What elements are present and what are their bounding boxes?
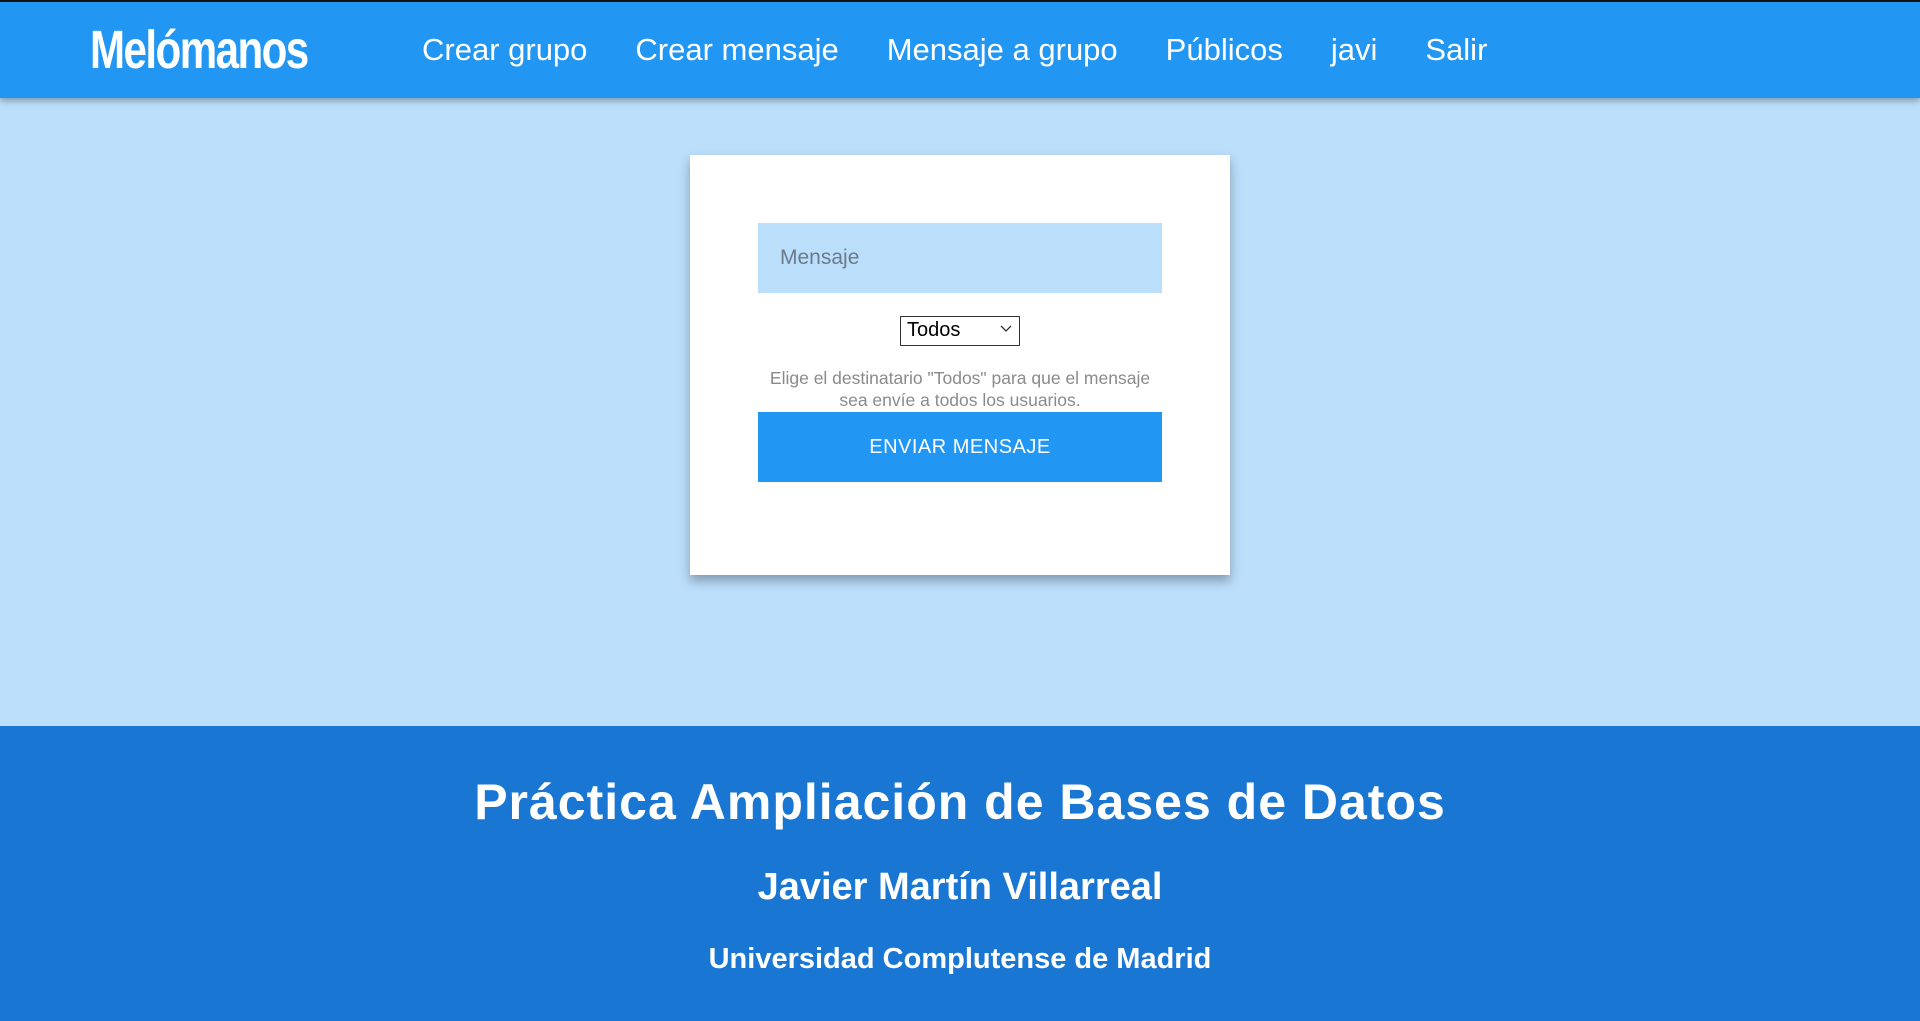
brand-logo[interactable]: Melómanos: [90, 18, 309, 82]
nav-link-crear-grupo[interactable]: Crear grupo: [422, 32, 587, 68]
nav-link-crear-mensaje[interactable]: Crear mensaje: [635, 32, 838, 68]
top-navbar: Melómanos Crear grupo Crear mensaje Mens…: [0, 0, 1920, 98]
main-content: Todos Elige el destinatario "Todos" para…: [0, 98, 1920, 726]
recipient-select-value: Todos: [907, 319, 961, 341]
page-footer: Práctica Ampliación de Bases de Datos Ja…: [0, 726, 1920, 1021]
nav-link-publicos[interactable]: Públicos: [1166, 32, 1283, 68]
nav-link-salir[interactable]: Salir: [1425, 32, 1487, 68]
footer-author: Javier Martín Villarreal: [757, 866, 1163, 908]
footer-title: Práctica Ampliación de Bases de Datos: [474, 774, 1446, 830]
nav-links: Crear grupo Crear mensaje Mensaje a grup…: [422, 2, 1535, 98]
nav-link-user-profile[interactable]: javi: [1331, 32, 1378, 68]
footer-university: Universidad Complutense de Madrid: [708, 943, 1212, 975]
chevron-down-icon: [1000, 325, 1012, 332]
message-form-card: Todos Elige el destinatario "Todos" para…: [690, 155, 1230, 575]
nav-link-mensaje-a-grupo[interactable]: Mensaje a grupo: [887, 32, 1118, 68]
recipient-select[interactable]: Todos: [900, 316, 1020, 346]
message-input[interactable]: [758, 223, 1162, 293]
send-message-button[interactable]: ENVIAR MENSAJE: [758, 412, 1162, 482]
recipient-hint-text: Elige el destinatario "Todos" para que e…: [769, 368, 1151, 410]
